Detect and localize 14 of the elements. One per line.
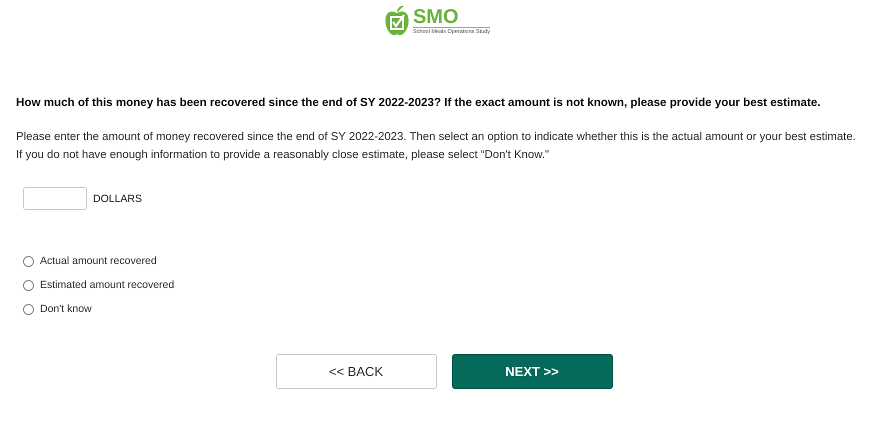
question-text: How much of this money has been recovered since the end of SY 2022-2023? If the exact amount is not known, please provide your best estimate. [16,96,822,109]
radio-icon[interactable] [23,256,34,266]
radio-icon[interactable] [23,304,34,314]
apple-checkbox-icon [384,5,410,37]
radio-option[interactable]: Actual amount recovered [23,255,858,267]
amount-field[interactable] [23,187,87,210]
back-button[interactable]: << BACK [276,354,436,389]
logo-title: SMO [412,7,460,27]
instructions-text: Please enter the amount of money recovered since the end of SY 2022-2023. Then select an option to indicate whether this is the actual amount or your best estimate. If you do not have enough information to provide a reasonably close estimate, please select “Don't Know." [16,130,857,163]
radio-option[interactable]: Estimated amount recovered [23,279,858,291]
unit-label: DOLLARS [93,192,142,204]
next-button[interactable]: NEXT >> [452,354,612,389]
radio-option[interactable]: Don't know [23,303,858,315]
radio-icon[interactable] [23,280,34,290]
